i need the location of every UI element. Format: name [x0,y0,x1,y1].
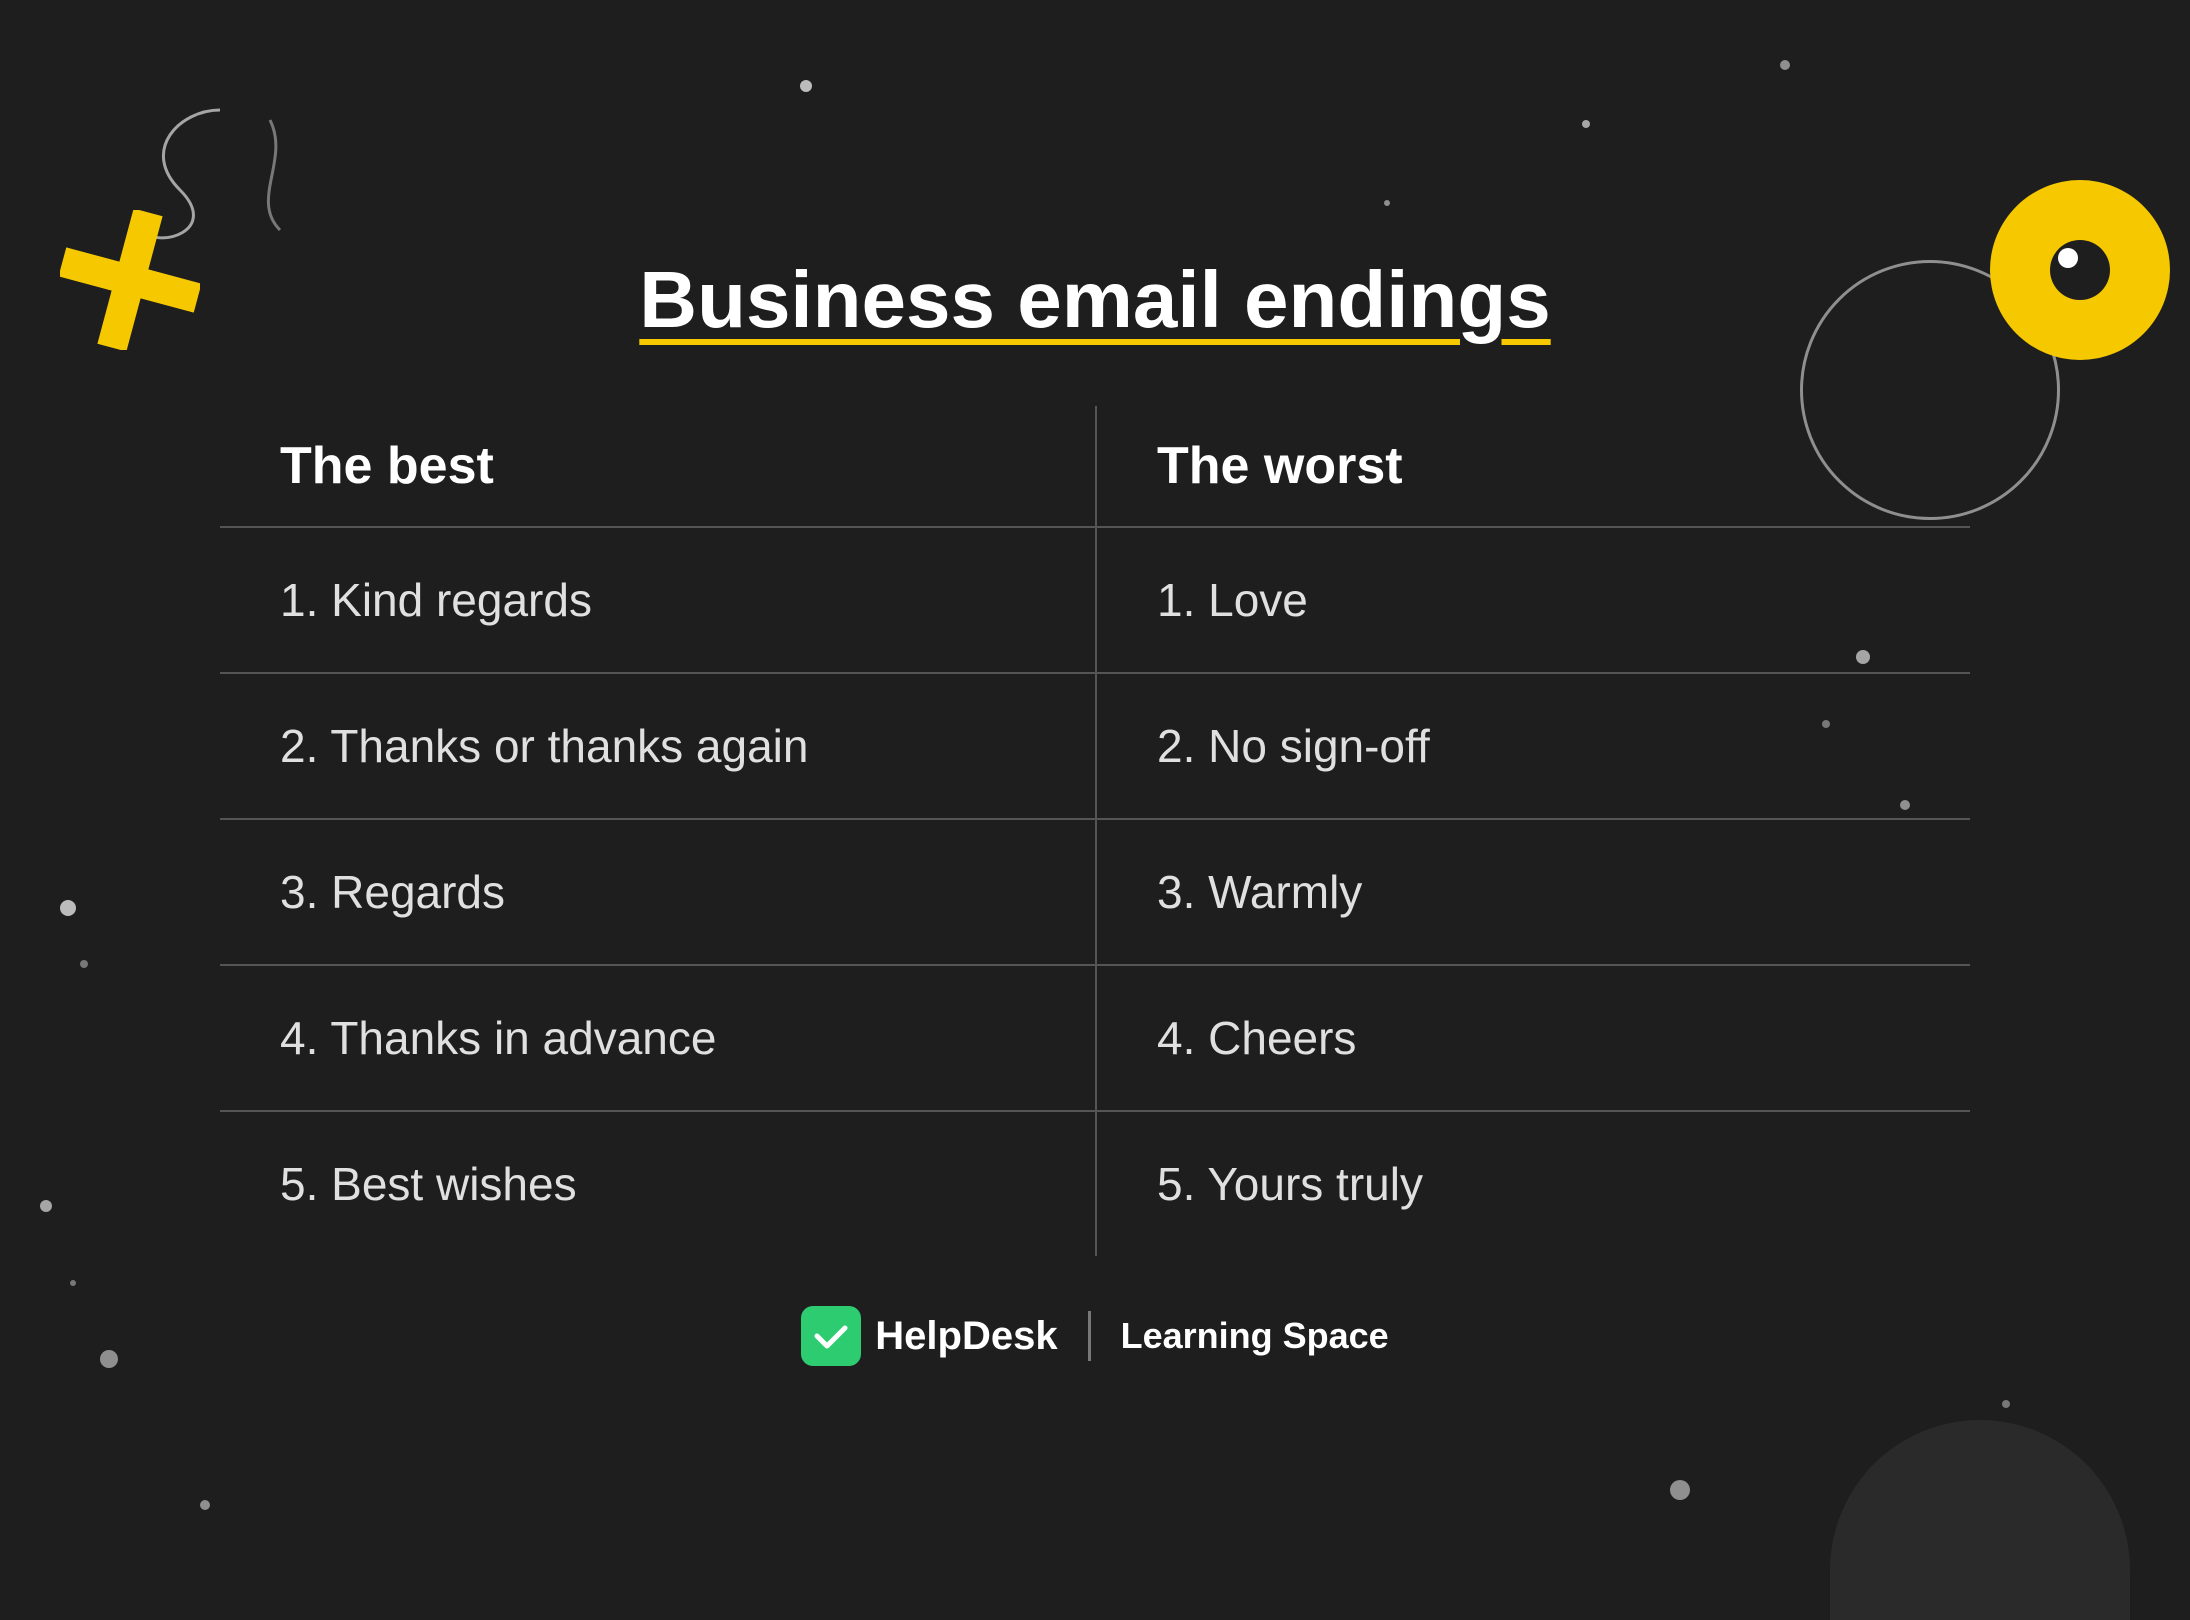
deco-dot-8 [60,900,76,916]
deco-dot-4 [1384,200,1390,206]
deco-dot-15 [2002,1400,2010,1408]
deco-arc [1830,1420,2130,1620]
checkmark-icon [811,1316,851,1356]
best-4: 4. Thanks in advance [220,966,1095,1110]
deco-dot-9 [80,960,88,968]
table-row: 5. Best wishes 5. Yours truly [220,1112,1970,1256]
deco-dot-12 [100,1350,118,1368]
worst-5: 5. Yours truly [1095,1112,1970,1256]
right-column-header: The worst [1095,406,1970,526]
deco-dot-3 [1780,60,1790,70]
deco-dot-1 [800,80,812,92]
best-5: 5. Best wishes [220,1112,1095,1256]
footer-divider [1088,1311,1091,1361]
best-3: 3. Regards [220,820,1095,964]
left-column-header: The best [220,406,1095,526]
worst-1: 1. Love [1095,528,1970,672]
deco-dot-10 [40,1200,52,1212]
best-1: 1. Kind regards [220,528,1095,672]
footer: HelpDesk Learning Space [220,1306,1970,1366]
worst-3: 3. Warmly [1095,820,1970,964]
worst-2: 2. No sign-off [1095,674,1970,818]
deco-dot-13 [200,1500,210,1510]
brand-logo: HelpDesk [801,1306,1057,1366]
table-body: 1. Kind regards 1. Love 2. Thanks or tha… [220,528,1970,1256]
best-2: 2. Thanks or thanks again [220,674,1095,818]
table-header: The best The worst [220,406,1970,526]
table-row: 3. Regards 3. Warmly [220,820,1970,966]
main-container: Business email endings The best The wors… [220,254,1970,1366]
table-row: 4. Thanks in advance 4. Cheers [220,966,1970,1112]
page-title: Business email endings [639,254,1550,346]
deco-plus-icon [60,210,200,350]
deco-dot-14 [1670,1480,1690,1500]
logo-icon [801,1306,861,1366]
worst-4: 4. Cheers [1095,966,1970,1110]
brand-name: HelpDesk [875,1314,1057,1359]
deco-dot-2 [1582,120,1590,128]
deco-dot-11 [70,1280,76,1286]
title-section: Business email endings [220,254,1970,346]
comparison-table: The best The worst 1. Kind regards 1. Lo… [220,406,1970,1256]
deco-circle-eye [1990,180,2170,360]
table-row: 1. Kind regards 1. Love [220,528,1970,674]
footer-subtitle: Learning Space [1121,1315,1389,1357]
table-row: 2. Thanks or thanks again 2. No sign-off [220,674,1970,820]
